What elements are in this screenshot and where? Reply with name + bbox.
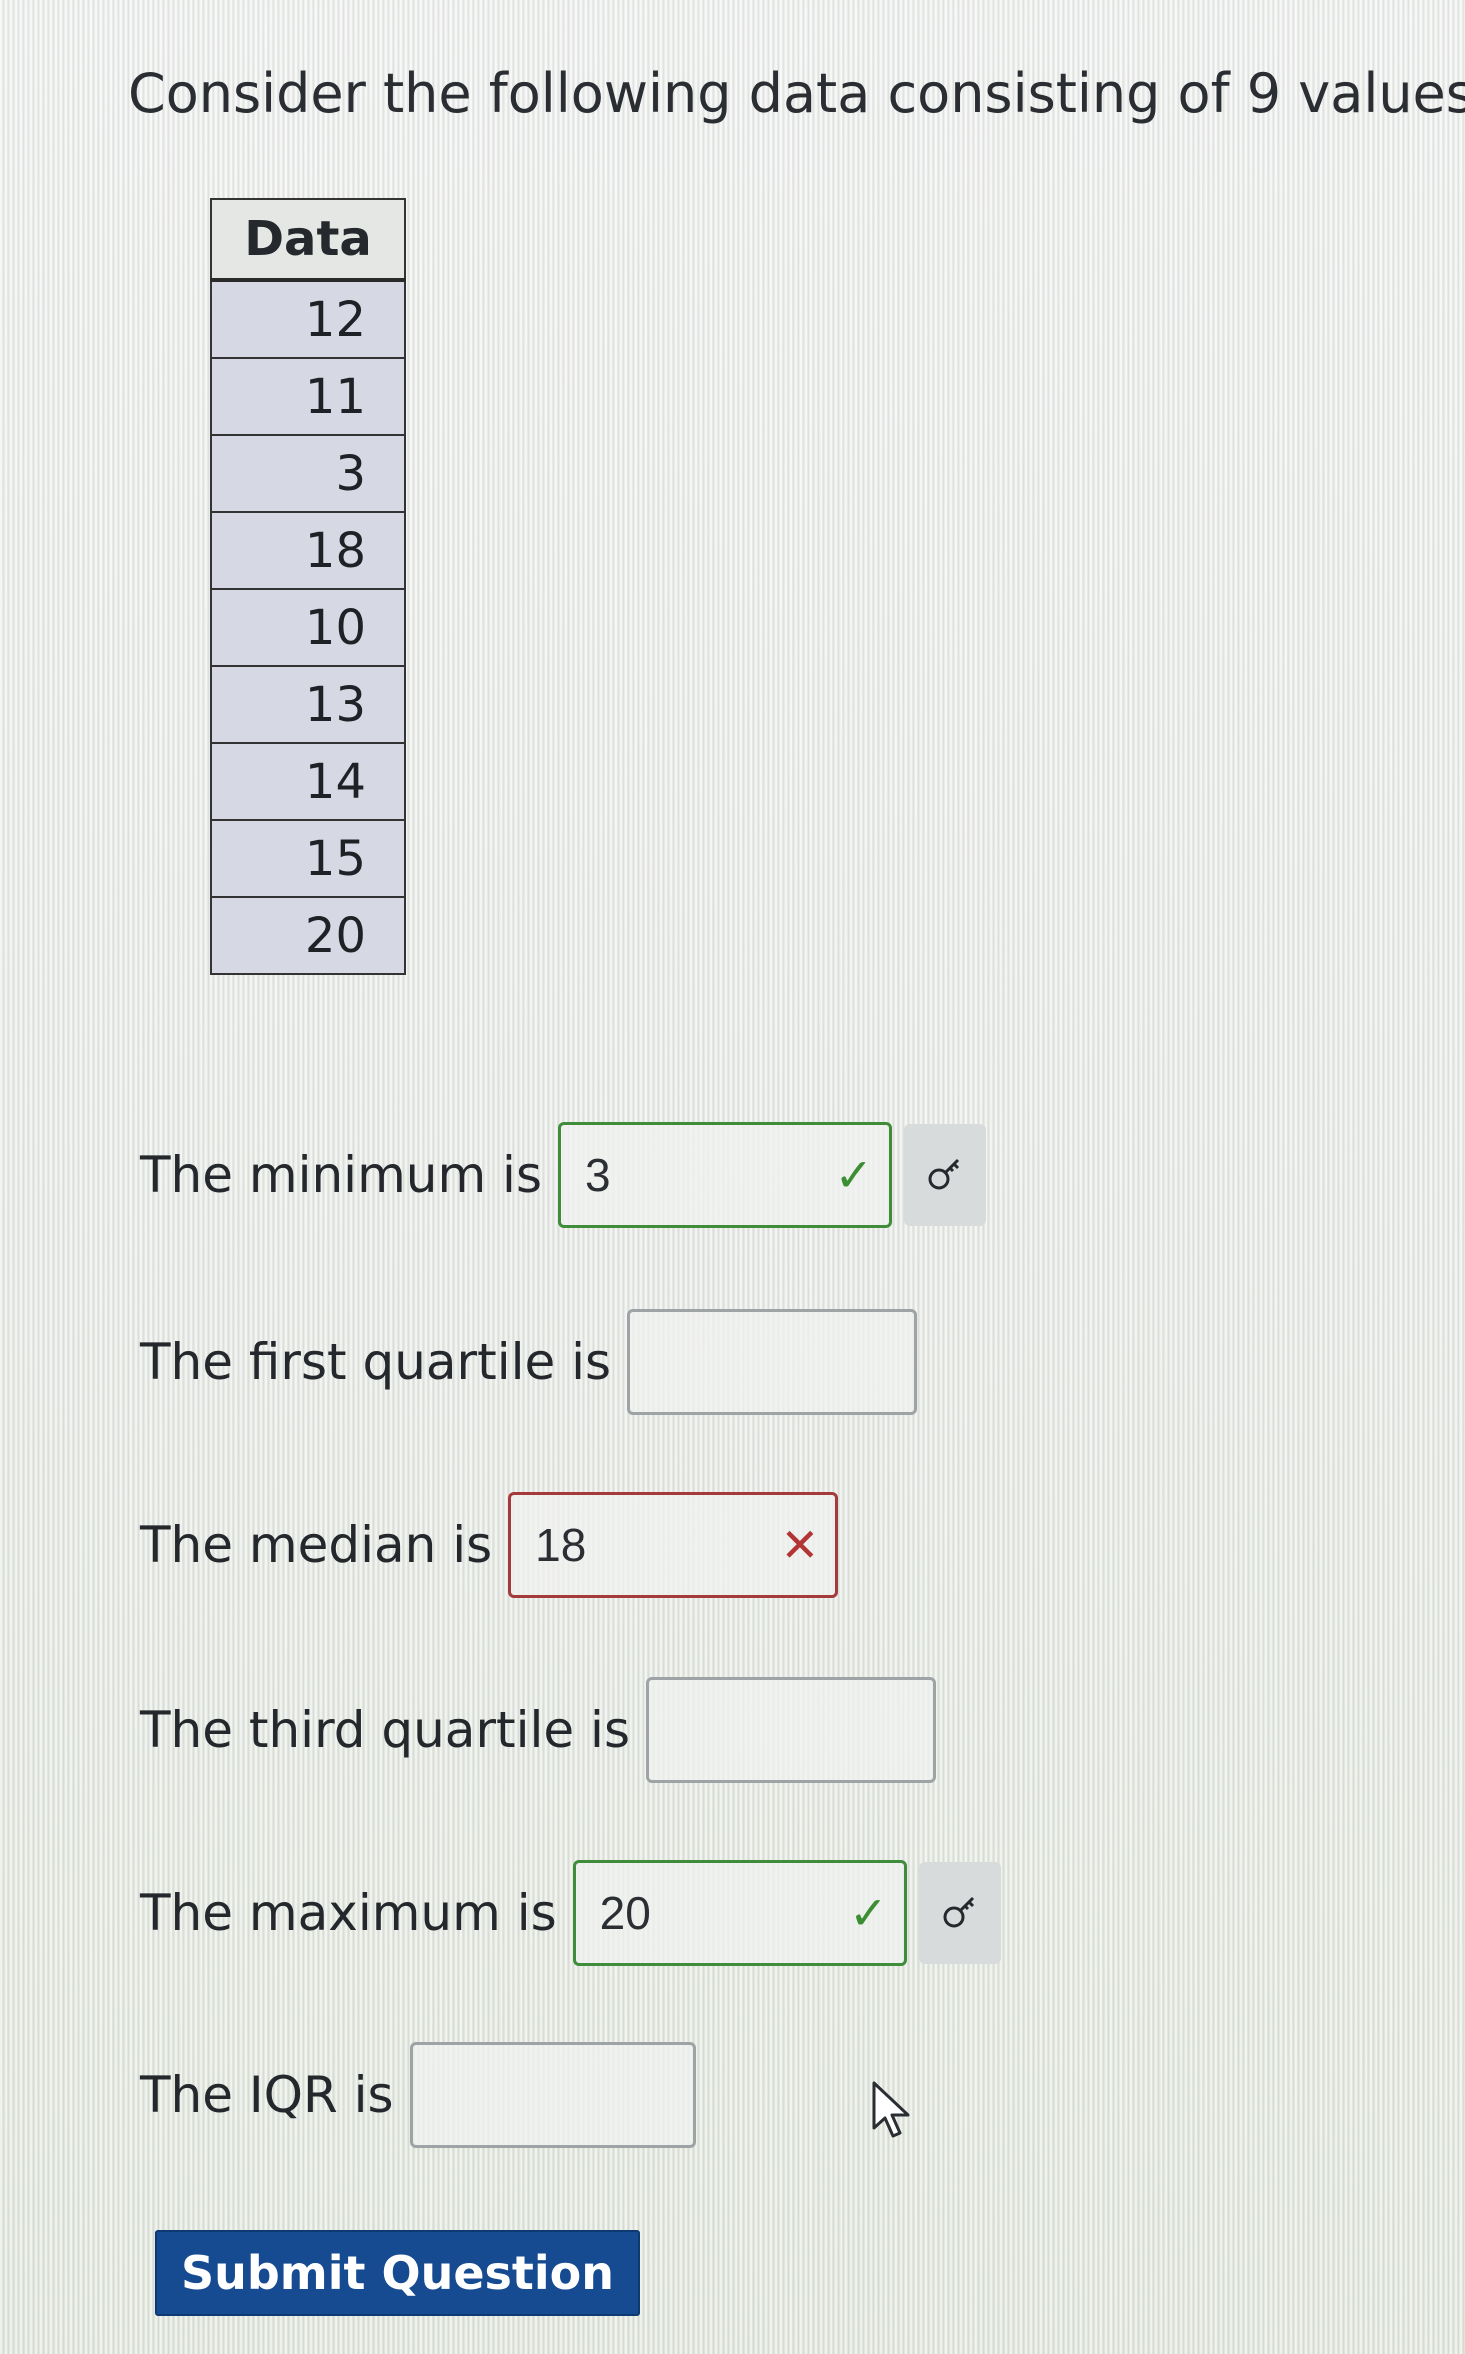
third-quartile-row: The third quartile is: [140, 1675, 936, 1785]
median-input[interactable]: 18 ✕: [508, 1492, 839, 1598]
third-quartile-label: The third quartile is: [140, 1701, 630, 1759]
first-quartile-input[interactable]: [627, 1309, 918, 1415]
iqr-row: The IQR is: [140, 2040, 696, 2150]
data-table-cell: 13: [210, 665, 406, 744]
question-intro: Consider the following data consisting o…: [128, 62, 1465, 125]
data-table-cell: 14: [210, 742, 406, 821]
iqr-input[interactable]: [409, 2042, 696, 2148]
maximum-label: The maximum is: [140, 1884, 557, 1942]
key-button[interactable]: [904, 1124, 987, 1226]
data-table-cell: 10: [210, 588, 406, 667]
minimum-input[interactable]: 3 ✓: [558, 1122, 893, 1228]
maximum-value: 20: [599, 1887, 651, 1939]
check-icon: ✓: [834, 1148, 874, 1202]
key-icon: [928, 1158, 960, 1190]
minimum-row: The minimum is 3 ✓: [140, 1120, 987, 1230]
data-table-cell: 18: [210, 511, 406, 590]
data-table-cell: 15: [210, 819, 406, 898]
minimum-value: 3: [585, 1149, 611, 1201]
first-quartile-label: The first quartile is: [140, 1333, 612, 1391]
median-label: The median is: [140, 1516, 493, 1574]
key-icon: [943, 1896, 974, 1928]
data-table-cell: 12: [210, 279, 406, 359]
data-table-header: Data: [210, 198, 406, 282]
first-quartile-row: The first quartile is: [140, 1307, 918, 1417]
data-table-cell: 11: [210, 357, 406, 436]
data-table: Data 12 11 3 18 10 13 14 15 20: [210, 198, 406, 975]
mouse-cursor-icon: [872, 2081, 910, 2138]
cross-icon: ✕: [780, 1518, 820, 1572]
median-row: The median is 18 ✕: [140, 1490, 839, 1600]
submit-question-button[interactable]: Submit Question: [155, 2230, 640, 2316]
key-button[interactable]: [918, 1862, 1001, 1964]
data-table-cell: 3: [210, 434, 406, 513]
minimum-label: The minimum is: [140, 1146, 543, 1204]
maximum-input[interactable]: 20 ✓: [572, 1860, 907, 1966]
iqr-label: The IQR is: [140, 2066, 394, 2124]
third-quartile-input[interactable]: [646, 1677, 936, 1783]
data-table-cell: 20: [210, 896, 406, 975]
median-value: 18: [535, 1519, 587, 1571]
maximum-row: The maximum is 20 ✓: [140, 1858, 1001, 1968]
check-icon: ✓: [849, 1886, 888, 1940]
